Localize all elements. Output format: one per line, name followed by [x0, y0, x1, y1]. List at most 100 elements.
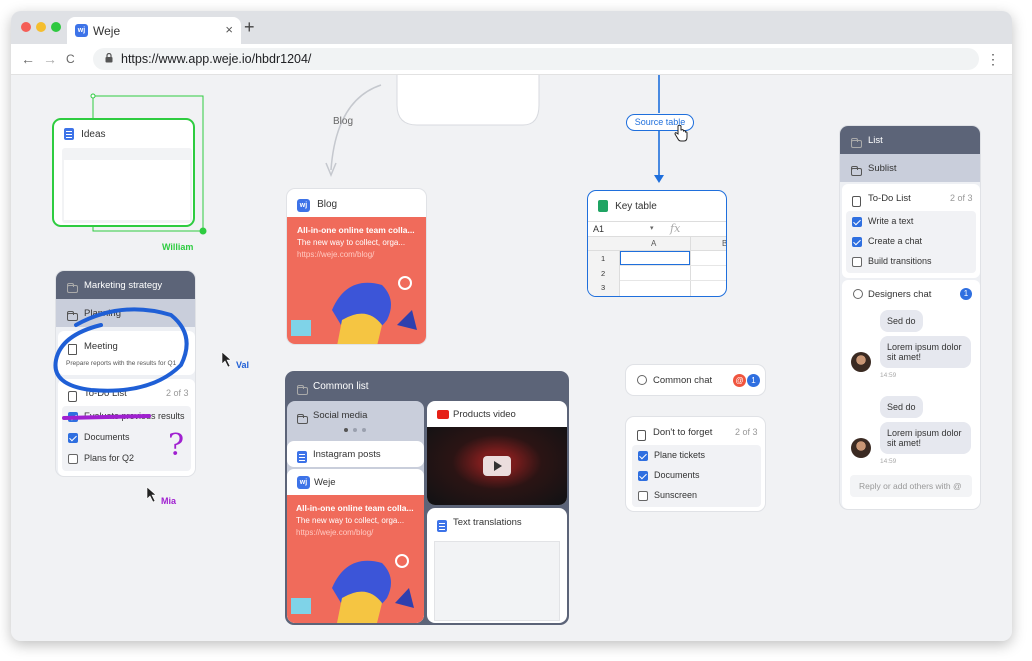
url-field[interactable]: https://www.app.weje.io/hbdr1204/ [93, 48, 979, 70]
weje-illustration [291, 554, 414, 623]
play-triangle [494, 461, 502, 471]
chat-message: Sed do [880, 396, 923, 418]
ideas-header: Ideas [64, 128, 193, 141]
question-mark-annotation: ? [168, 428, 185, 463]
text-translations-preview [434, 541, 560, 621]
close-window-dot[interactable] [21, 22, 31, 32]
new-tab-icon[interactable]: + [244, 17, 255, 38]
user-avatar[interactable] [851, 438, 871, 458]
list-todo-count: 2 of 3 [950, 193, 973, 203]
board-canvas[interactable]: Blog Source table Ideas William wj Blog … [11, 75, 1012, 641]
text-translations-card[interactable]: Text translations [427, 508, 567, 623]
mia-cursor-label: Mia [161, 496, 177, 506]
weje-preview-image: All-in-one online team colla... The new … [287, 495, 424, 623]
blog-headline: All-in-one online team colla... [297, 225, 415, 235]
lock-icon [105, 53, 113, 63]
address-bar: ← → C https://www.app.weje.io/hbdr1204/ … [11, 44, 1012, 75]
forward-icon[interactable]: → [43, 51, 57, 67]
formula-bar[interactable]: A1 ▾ fx [588, 221, 726, 237]
browser-window: wj Weje × + ← → C https://www.app.weje.i… [11, 11, 1012, 641]
back-icon[interactable]: ← [21, 51, 35, 67]
checkbox-unchecked[interactable] [852, 257, 862, 267]
mention-badge[interactable]: @ [733, 374, 746, 387]
todo-item-label: Write a text [868, 216, 914, 226]
designers-chat-title: Designers chat [868, 289, 932, 300]
url-text: https://www.app.weje.io/hbdr1204/ [121, 52, 312, 66]
list-card[interactable]: List Sublist To-Do List 2 of 3 Write a t… [839, 125, 981, 510]
pager-dot-active[interactable] [344, 428, 348, 432]
blog-header: wj Blog [297, 198, 426, 212]
checkbox-checked[interactable] [852, 237, 862, 247]
row-header-column: 1 2 3 [588, 251, 620, 296]
reload-icon[interactable]: C [66, 52, 75, 66]
clipboard-icon [637, 427, 646, 445]
products-video-card[interactable]: Products video [427, 401, 567, 505]
folder-icon [297, 382, 308, 400]
video-thumbnail[interactable] [427, 427, 567, 505]
checkbox-checked[interactable] [638, 451, 648, 461]
chat-message: Sed do [880, 310, 923, 332]
checkbox-checked[interactable] [68, 433, 78, 443]
instagram-posts-label: Instagram posts [313, 449, 381, 460]
key-table-card[interactable]: Key table A1 ▾ fx A B 1 2 3 [587, 190, 727, 297]
cell-reference: A1 [593, 224, 605, 234]
user-avatar[interactable] [851, 352, 871, 372]
maximize-window-dot[interactable] [51, 22, 61, 32]
blog-card[interactable]: wj Blog All-in-one online team colla... … [286, 188, 427, 345]
row-header[interactable]: 1 [601, 254, 605, 263]
minimize-window-dot[interactable] [36, 22, 46, 32]
weje-logo-icon: wj [297, 199, 310, 212]
key-table-title: Key table [615, 201, 657, 212]
social-media-folder[interactable]: Social media Instagram posts wj Weje All… [287, 401, 424, 623]
common-chat-card[interactable]: Common chat @ 1 [625, 364, 766, 396]
browser-tab[interactable]: wj Weje × [67, 17, 241, 44]
selected-cell-a1[interactable] [620, 251, 690, 265]
play-icon[interactable] [483, 456, 511, 476]
chat-icon [853, 289, 863, 299]
designers-chat[interactable]: Designers chat 1 Sed do Lorem ipsum dolo… [842, 280, 980, 509]
blog-link[interactable]: https://weje.com/blog/ [297, 250, 374, 259]
val-cursor-label: Val [236, 360, 250, 370]
weje-link[interactable]: https://weje.com/blog/ [296, 528, 373, 537]
checklist-item-label: Documents [654, 470, 700, 480]
browser-menu-icon[interactable]: ⋮ [986, 51, 1000, 68]
instagram-posts-item[interactable]: Instagram posts [287, 441, 424, 467]
row-header[interactable]: 3 [601, 283, 605, 292]
row-divider [620, 265, 726, 266]
ideas-card[interactable]: Ideas [52, 118, 195, 227]
checklist-item-label: Sunscreen [654, 490, 698, 500]
unread-badge[interactable]: 1 [960, 288, 972, 300]
hand-cursor-icon [674, 125, 688, 142]
column-a-header[interactable]: A [651, 239, 656, 248]
products-video-title: Products video [453, 409, 516, 420]
tab-close-icon[interactable]: × [225, 22, 233, 37]
checkbox-checked[interactable] [852, 217, 862, 227]
sublist-folder[interactable]: Sublist [840, 154, 980, 182]
tab-title: Weje [93, 24, 121, 38]
column-b-header[interactable]: B [722, 239, 726, 248]
list-todo[interactable]: To-Do List 2 of 3 Write a text Create a … [842, 184, 980, 278]
blog-connector-label: Blog [333, 116, 354, 127]
pager-dot[interactable] [353, 428, 357, 432]
todo-item-label: Plans for Q2 [84, 453, 135, 463]
pager-dot[interactable] [362, 428, 366, 432]
weje-link-card[interactable]: wj Weje All-in-one online team colla... … [287, 469, 424, 623]
todo-item-label: Create a chat [868, 236, 923, 246]
list-todo-items: Write a text Create a chat Build transit… [846, 211, 976, 273]
list-todo-title: To-Do List [868, 193, 911, 204]
cell-dropdown-icon[interactable]: ▾ [650, 224, 654, 232]
reply-input[interactable]: Reply or add others with @ [850, 475, 972, 497]
dont-forget-card[interactable]: Don't to forget 2 of 3 Plane tickets Doc… [625, 416, 766, 512]
chat-message: Lorem ipsum dolor sit amet! [880, 422, 971, 454]
checkbox-unchecked[interactable] [638, 491, 648, 501]
row-header[interactable]: 2 [601, 269, 605, 278]
weje-subline: The new way to collect, orga... [296, 516, 405, 525]
todo-item-label: Build transitions [868, 256, 932, 266]
common-list-card[interactable]: Common list Social media Instagram posts… [285, 371, 569, 625]
william-cursor-label: William [162, 242, 194, 252]
unread-badge[interactable]: 1 [747, 374, 760, 387]
checkbox-checked[interactable] [638, 471, 648, 481]
fx-icon: fx [670, 222, 681, 235]
checkbox-unchecked[interactable] [68, 454, 78, 464]
list-header: List [840, 126, 980, 154]
